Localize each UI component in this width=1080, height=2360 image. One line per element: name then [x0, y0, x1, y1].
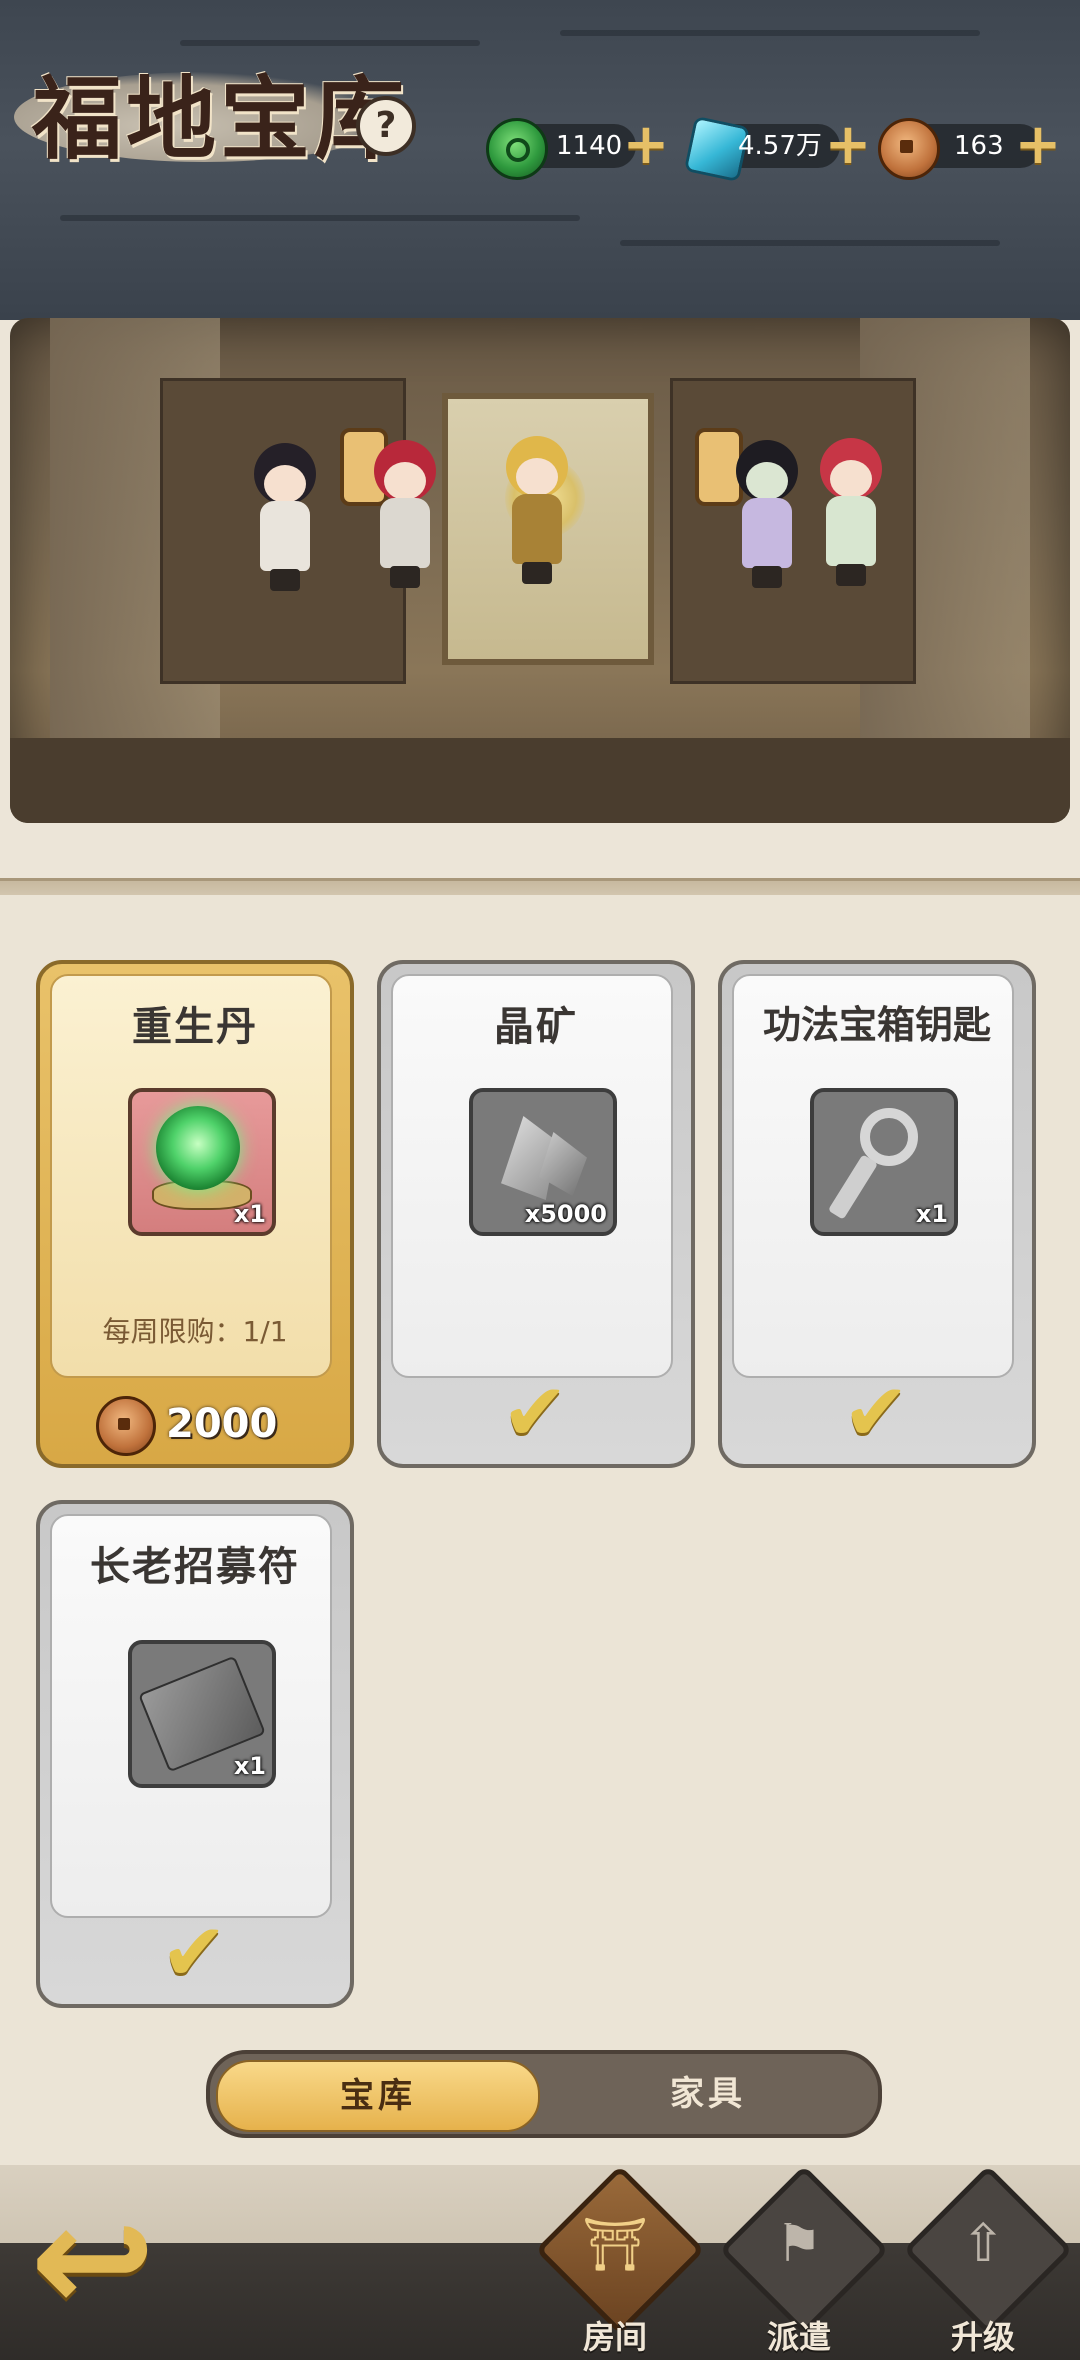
resource-crystal: 4.57万 + — [683, 115, 876, 183]
item-name: 长老招募符 — [90, 1544, 300, 1590]
item-quantity: x1 — [233, 1752, 266, 1780]
check-icon: ✔ — [160, 1906, 228, 1999]
nav-label: 房间 — [582, 2318, 647, 2356]
brush-stroke — [560, 30, 980, 36]
item-name: 重生丹 — [132, 1004, 258, 1050]
item-quantity: x1 — [915, 1200, 948, 1228]
plus-icon[interactable]: + — [622, 117, 670, 173]
resource-value: 4.57万 — [738, 131, 822, 161]
item-slot[interactable]: x5000 — [469, 1088, 617, 1236]
price-value: 2000 — [166, 1401, 278, 1447]
check-icon: ✔ — [501, 1366, 569, 1459]
page-title-area: 福地宝库 — [14, 42, 414, 172]
purchase-limit: 每周限购：1/1 — [102, 1315, 288, 1348]
jade-token-icon — [486, 118, 548, 180]
nav-room[interactable]: ⛩ 房间 — [535, 2165, 705, 2360]
resource-value: 163 — [954, 131, 1004, 161]
page-title: 福地宝库 — [32, 66, 408, 172]
vault-room-scene — [10, 318, 1070, 823]
check-icon: ✔ — [842, 1366, 910, 1459]
back-arrow-icon[interactable]: ↩ — [30, 2185, 180, 2335]
item-quantity: x1 — [233, 1200, 266, 1228]
tab-vault[interactable]: 宝库 — [216, 2060, 540, 2132]
item-slot[interactable]: x1 — [128, 1088, 276, 1236]
brush-stroke — [620, 240, 1000, 246]
shop-card-elder-talisman[interactable]: 长老招募符 x1 ✔ — [36, 1500, 354, 2010]
nav-upgrade[interactable]: ⇧ 升级 — [903, 2165, 1073, 2360]
tab-bar: 宝库 家具 — [206, 2050, 882, 2138]
shop-card-crystal-ore[interactable]: 晶矿 x5000 ✔ — [377, 960, 695, 1470]
nav-dispatch[interactable]: ⚑ 派遣 — [719, 2165, 889, 2360]
shop-card-chest-key[interactable]: 功法宝箱钥匙 x1 ✔ — [718, 960, 1036, 1470]
copper-coin-icon — [878, 118, 940, 180]
item-name: 功法宝箱钥匙 — [762, 1003, 991, 1047]
up-arrow-icon: ⇧ — [961, 2214, 1005, 2274]
nav-label: 升级 — [950, 2318, 1015, 2356]
item-slot[interactable]: x1 — [810, 1088, 958, 1236]
item-quantity: x5000 — [524, 1200, 607, 1228]
pavilion-icon: ⛩ — [581, 2215, 648, 2275]
resource-coin: 163 + — [878, 117, 1068, 180]
flag-icon: ⚑ — [775, 2214, 823, 2274]
tab-furniture[interactable]: 家具 — [548, 2060, 868, 2128]
disciple-character[interactable] — [502, 436, 572, 586]
disciple-character[interactable] — [250, 443, 320, 593]
shop-card-rebirth-pill[interactable]: 重生丹 x1 每周限购：1/1 2000 — [36, 960, 354, 1470]
disciple-character[interactable] — [816, 438, 886, 588]
rebirth-pill-icon — [156, 1106, 240, 1190]
plus-icon[interactable]: + — [1014, 117, 1062, 173]
brush-stroke — [60, 215, 580, 221]
disciple-character[interactable] — [370, 440, 440, 590]
item-name: 晶矿 — [494, 1004, 578, 1050]
resource-jade: 1140 + — [486, 117, 669, 180]
plus-icon[interactable]: + — [824, 117, 872, 173]
question-icon[interactable]: ? — [356, 96, 416, 156]
item-slot[interactable]: x1 — [128, 1640, 276, 1788]
floor — [10, 738, 1070, 823]
nav-label: 派遣 — [766, 2318, 831, 2356]
copper-coin-icon — [96, 1396, 156, 1456]
disciple-character[interactable] — [732, 440, 802, 590]
resource-value: 1140 — [556, 131, 623, 161]
